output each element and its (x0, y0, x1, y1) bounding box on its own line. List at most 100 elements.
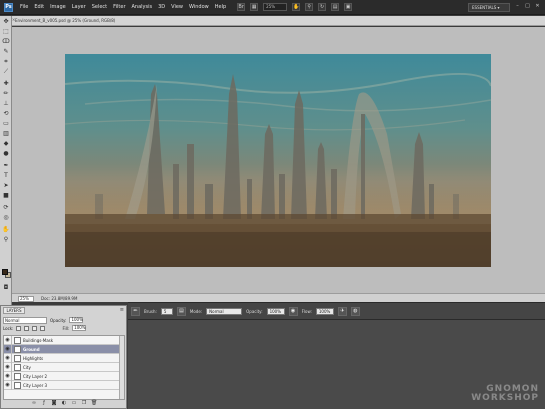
shape-tool-icon[interactable]: ■ (2, 192, 10, 200)
layer-list-scrollbar[interactable] (119, 336, 124, 399)
lock-all-icon[interactable] (40, 325, 46, 331)
lasso-tool-icon[interactable]: ↀ (2, 38, 10, 46)
status-zoom-field[interactable]: 25% (18, 296, 34, 302)
add-mask-icon[interactable]: ◙ (51, 400, 57, 406)
move-tool-icon[interactable]: ✥ (2, 18, 10, 26)
zoom-icon[interactable]: ⚲ (305, 3, 314, 11)
layer-row[interactable]: ◉ City Layer 3 (4, 380, 124, 390)
tools-panel: ✥ ⬚ ↀ ✎ ⌗ ⟋ ✚ ✏ ⊥ ⟲ ▭ ▥ ◆ ● ✒ T ➤ ■ ⟳ ◎ … (0, 16, 12, 307)
brush-panel-icon[interactable]: ▤ (176, 306, 186, 316)
history-brush-tool-icon[interactable]: ⟲ (2, 110, 10, 118)
menu-3d[interactable]: 3D (155, 0, 168, 15)
crop-tool-icon[interactable]: ⌗ (2, 58, 10, 66)
hand-icon[interactable]: ✋ (292, 3, 301, 11)
application-tools: Br ▦ 25% ✋ ⚲ ↻ ▤ ▣ (237, 3, 353, 11)
eye-icon[interactable]: ◉ (4, 353, 12, 363)
zoom-level-field[interactable]: 25% (263, 3, 288, 11)
adjustment-layer-icon[interactable]: ◐ (61, 400, 67, 406)
menu-image[interactable]: Image (47, 0, 69, 15)
maximize-icon[interactable]: □ (524, 3, 531, 10)
menu-layer[interactable]: Layer (69, 0, 89, 15)
document-tab[interactable]: × Environment_B_v005.psd @ 25% (Ground, … (12, 16, 545, 26)
airbrush-icon[interactable]: ✈ (337, 306, 347, 316)
type-tool-icon[interactable]: T (2, 172, 10, 180)
link-layers-icon[interactable]: ∞ (31, 400, 37, 406)
mini-bridge-icon[interactable]: ▦ (250, 3, 259, 11)
brush-size-picker[interactable]: 5 (160, 307, 173, 315)
blur-tool-icon[interactable]: ◆ (2, 140, 10, 148)
layer-row[interactable]: ◉ City (4, 362, 124, 372)
close-icon[interactable]: ✕ (534, 3, 541, 10)
quick-select-tool-icon[interactable]: ✎ (2, 48, 10, 56)
menu-select[interactable]: Select (89, 0, 110, 15)
artwork-canvas[interactable] (65, 54, 491, 267)
eye-icon[interactable]: ◉ (4, 344, 12, 354)
pressure-size-icon[interactable]: ◍ (350, 306, 360, 316)
document-size-info[interactable]: Doc: 23.8M/89.9M (41, 296, 77, 301)
marquee-tool-icon[interactable]: ⬚ (2, 28, 10, 36)
layer-thumbnail (14, 354, 21, 362)
menu-edit[interactable]: Edit (31, 0, 47, 15)
arrange-icon[interactable]: ▤ (331, 3, 340, 11)
fill-field[interactable]: 100% (72, 325, 87, 331)
zoom-tool-icon[interactable]: ⚲ (2, 236, 10, 244)
menu-help[interactable]: Help (212, 0, 229, 15)
lock-pixels-icon[interactable] (24, 325, 30, 331)
eyedropper-tool-icon[interactable]: ⟋ (2, 68, 10, 76)
panel-dock-area: GNOMON WORKSHOP (128, 320, 545, 409)
minimize-icon[interactable]: – (514, 3, 521, 10)
eye-icon[interactable]: ◉ (4, 371, 12, 381)
pen-tool-icon[interactable]: ✒ (2, 162, 10, 170)
layer-style-icon[interactable]: ƒ (41, 400, 47, 406)
opacity-field[interactable]: 100% (266, 307, 285, 315)
layer-row[interactable]: ◉ Highlights (4, 353, 124, 363)
blend-mode-select[interactable]: Normal (3, 316, 47, 324)
watermark-logo: GNOMON WORKSHOP (471, 385, 539, 403)
menu-analysis[interactable]: Analysis (129, 0, 156, 15)
layer-row[interactable]: ◉ Buildings-Mask (4, 336, 124, 345)
clone-stamp-tool-icon[interactable]: ⊥ (2, 100, 10, 108)
3d-rotate-tool-icon[interactable]: ⟳ (2, 204, 10, 212)
mode-select[interactable]: Normal (206, 307, 243, 315)
menu-window[interactable]: Window (186, 0, 212, 15)
panel-menu-icon[interactable]: ≡ (120, 307, 124, 313)
lock-transparency-icon[interactable] (16, 325, 22, 331)
delete-layer-icon[interactable]: 🗑 (91, 400, 97, 406)
brush-preset-icon[interactable]: ✏ (131, 306, 140, 316)
quick-mask-icon[interactable]: ◘ (2, 284, 10, 292)
screen-mode-icon[interactable]: ▣ (344, 3, 353, 11)
status-bar: 25% Doc: 23.8M/89.9M (12, 293, 545, 302)
eye-icon[interactable]: ◉ (4, 336, 12, 345)
eraser-tool-icon[interactable]: ▭ (2, 120, 10, 128)
path-select-tool-icon[interactable]: ➤ (2, 182, 10, 190)
menu-file[interactable]: File (17, 0, 31, 15)
layer-thumbnail (14, 372, 21, 380)
canvas-area[interactable] (12, 27, 545, 293)
menu-view[interactable]: View (168, 0, 186, 15)
brush-tool-icon[interactable]: ✏ (2, 90, 10, 98)
rotate-icon[interactable]: ↻ (318, 3, 327, 11)
healing-brush-tool-icon[interactable]: ✚ (2, 80, 10, 88)
pressure-opacity-icon[interactable]: ◉ (288, 306, 298, 316)
gradient-tool-icon[interactable]: ▥ (2, 130, 10, 138)
new-layer-icon[interactable]: ❐ (81, 400, 87, 406)
document-title: Environment_B_v005.psd @ 25% (Ground, RG… (15, 18, 116, 23)
layers-tab[interactable]: LAYERS (3, 307, 25, 314)
3d-orbit-tool-icon[interactable]: ◎ (2, 214, 10, 222)
layer-row-selected[interactable]: ◉ Ground (4, 344, 124, 354)
bridge-icon[interactable]: Br (237, 3, 246, 11)
eye-icon[interactable]: ◉ (4, 380, 12, 390)
dodge-tool-icon[interactable]: ● (2, 150, 10, 158)
layer-name: City Layer 3 (23, 382, 48, 388)
eye-icon[interactable]: ◉ (4, 362, 12, 372)
new-group-icon[interactable]: ▭ (71, 400, 77, 406)
layer-row[interactable]: ◉ City Layer 2 (4, 371, 124, 381)
menu-filter[interactable]: Filter (110, 0, 128, 15)
layer-opacity-field[interactable]: 100% (69, 317, 84, 323)
hand-tool-icon[interactable]: ✋ (2, 226, 10, 234)
foreground-color-swatch[interactable] (2, 269, 8, 275)
workspace-switcher[interactable]: ESSENTIALS ▾ (468, 3, 510, 12)
flow-field[interactable]: 100% (315, 307, 334, 315)
lock-position-icon[interactable] (32, 325, 38, 331)
application-bar: Ps File Edit Image Layer Select Filter A… (0, 0, 545, 15)
